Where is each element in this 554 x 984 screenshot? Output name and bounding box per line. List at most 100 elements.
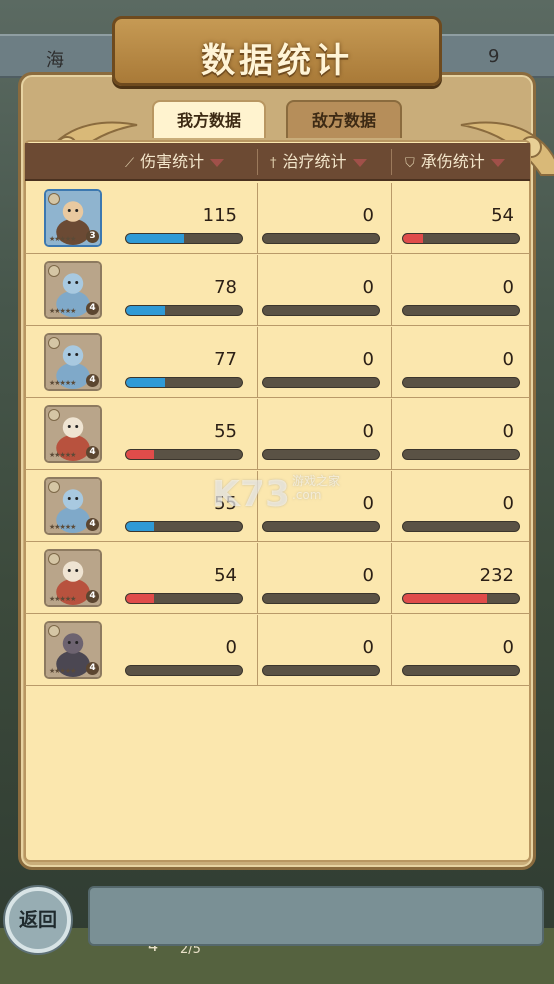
hero-level-badge: 4 [86,518,99,531]
taken-bar-fill [403,234,423,243]
tab-enemy-data[interactable]: 敌方数据 [286,100,402,138]
column-heal[interactable]: † 治疗统计 [270,143,367,181]
heal-value: 0 [362,205,374,226]
hero-class-icon [48,553,60,565]
hero-class-icon [48,193,60,205]
star-rating-icon: ★★★★★ [49,667,76,675]
table-header: ⟋ 伤害统计 † 治疗统计 ⛉ 承伤统计 [25,143,530,181]
damage-bar-fill [126,306,166,315]
hero-level-badge: 3 [86,230,99,243]
taken-value: 0 [502,277,514,298]
hero-frog-mage-avatar[interactable]: ★★★★★ 4 [44,333,102,391]
hero-level-badge: 4 [86,374,99,387]
hero-frog-mage-avatar[interactable]: ★★★★★ 4 [44,261,102,319]
title-banner: 数据统计 [112,16,442,86]
watermark: K73 游戏之家 .com [212,474,340,515]
taken-bar [402,377,520,388]
table-row: ★★★★★ 4 77 0 0 [25,327,530,398]
heal-value: 0 [362,277,374,298]
hero-level-badge: 4 [86,590,99,603]
heal-bar [262,377,380,388]
hero-class-icon [48,625,60,637]
column-divider [257,543,258,614]
hero-cat-warrior-avatar[interactable]: ★★★★★ 4 [44,549,102,607]
column-divider [391,327,392,398]
damage-bar-fill [126,594,154,603]
heal-value: 0 [362,637,374,658]
star-rating-icon: ★★★★★ [49,307,76,315]
taken-value: 0 [502,349,514,370]
star-rating-icon: ★★★★★ [49,523,76,531]
column-damage-label: 伤害统计 [140,152,205,171]
damage-bar [125,305,243,316]
damage-value: 115 [202,205,237,226]
sword-icon: ⟋ [125,156,135,171]
taken-bar [402,521,520,532]
back-button[interactable]: 返回 [5,887,71,953]
watermark-sub1: 游戏之家 [292,474,341,488]
hero-cat-warrior-avatar[interactable]: ★★★★★ 4 [44,405,102,463]
background-number: 9 [488,46,500,67]
taken-bar [402,593,520,604]
header-divider [257,149,258,175]
taken-bar [402,449,520,460]
tab-my-data[interactable]: 我方数据 [152,100,266,138]
column-divider [391,183,392,254]
table-row: ★★★★★ 4 54 0 232 [25,543,530,614]
sort-arrow-icon [352,158,367,167]
hero-level-badge: 4 [86,446,99,459]
hero-hooded-rogue-avatar[interactable]: ★★★★★ 4 [44,621,102,679]
watermark-main: K73 [212,474,290,515]
table-row: ★★★★★ 3 115 0 54 [25,183,530,254]
damage-bar [125,233,243,244]
taken-value: 232 [479,565,514,586]
damage-bar [125,593,243,604]
taken-bar [402,665,520,676]
taken-bar-fill [403,594,487,603]
heal-bar [262,665,380,676]
taken-value: 0 [502,421,514,442]
column-taken-label: 承伤统计 [420,152,485,171]
damage-bar-fill [126,450,154,459]
column-taken[interactable]: ⛉ 承伤统计 [405,143,505,181]
damage-bar [125,521,243,532]
column-divider [391,471,392,542]
heal-bar [262,593,380,604]
damage-value: 0 [225,637,237,658]
column-divider [391,399,392,470]
heal-bar [262,233,380,244]
column-divider [257,615,258,686]
column-divider [257,327,258,398]
star-rating-icon: ★★★★★ [49,595,76,603]
taken-value: 0 [502,493,514,514]
watermark-sub2: .com [292,488,322,502]
hero-class-icon [48,337,60,349]
sort-arrow-icon [210,158,225,167]
hero-level-badge: 4 [86,302,99,315]
column-heal-label: 治疗统计 [282,152,347,171]
hero-class-icon [48,481,60,493]
heal-bar [262,449,380,460]
taken-value: 0 [502,637,514,658]
sort-arrow-icon [490,158,505,167]
header-divider [391,149,392,175]
hero-frog-mage-avatar[interactable]: ★★★★★ 4 [44,477,102,535]
column-divider [257,183,258,254]
damage-bar-fill [126,522,154,531]
hero-level-badge: 4 [86,662,99,675]
table-row: ★★★★★ 4 0 0 0 [25,615,530,686]
column-divider [391,615,392,686]
damage-bar-fill [126,234,184,243]
cross-icon: † [270,156,277,171]
column-damage[interactable]: ⟋ 伤害统计 [125,143,225,181]
heal-bar [262,521,380,532]
damage-bar [125,377,243,388]
damage-value: 77 [214,349,237,370]
table-row: ★★★★★ 4 78 0 0 [25,255,530,326]
hero-monk-avatar[interactable]: ★★★★★ 3 [44,189,102,247]
damage-bar-fill [126,378,166,387]
taken-bar [402,305,520,316]
dialog-box [88,886,544,946]
damage-value: 54 [214,565,237,586]
star-rating-icon: ★★★★★ [49,451,76,459]
